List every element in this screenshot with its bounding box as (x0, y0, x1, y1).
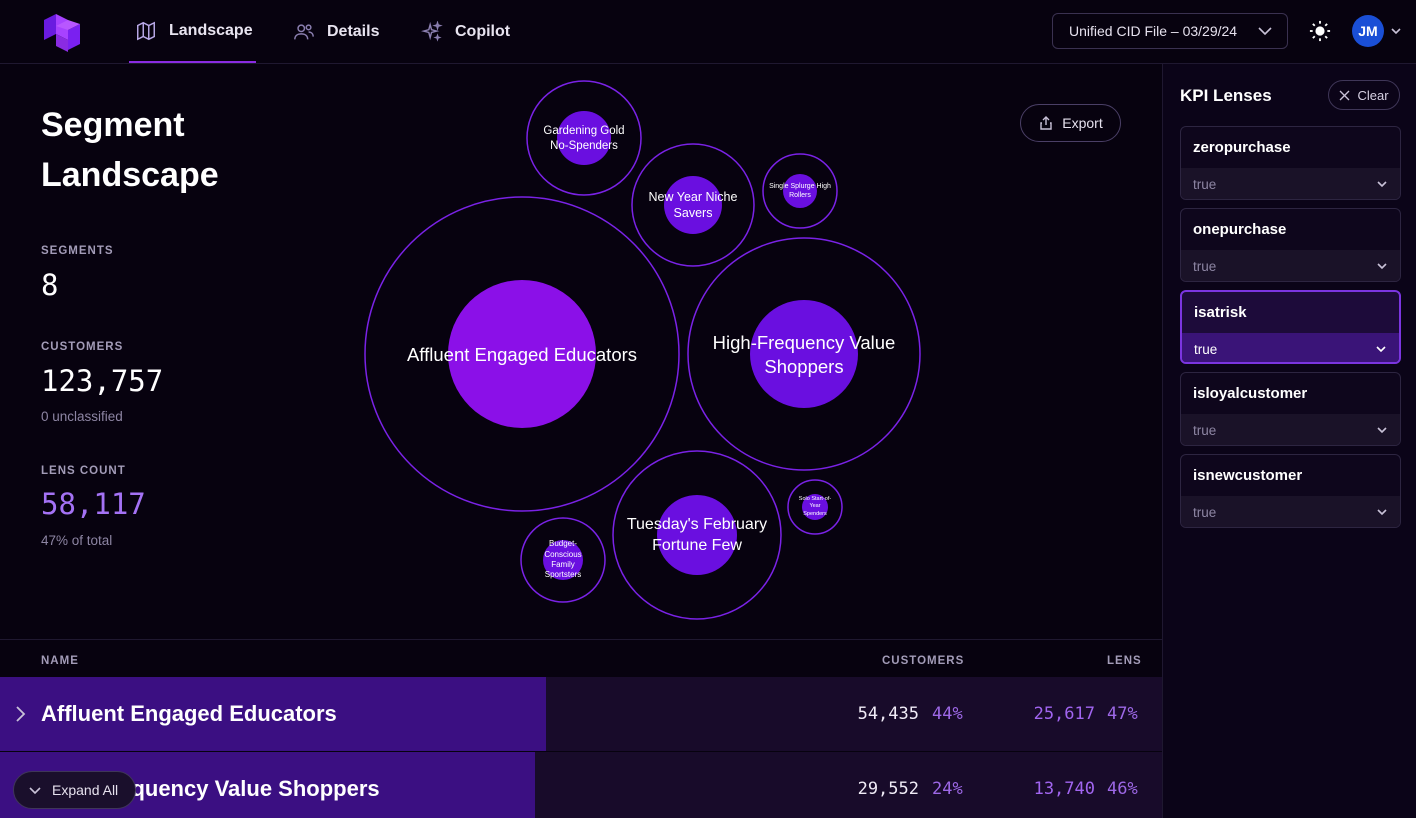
chevron-down-icon (1377, 181, 1387, 188)
export-button[interactable]: Export (1020, 104, 1121, 142)
clear-button[interactable]: Clear (1328, 80, 1400, 110)
close-icon (1339, 90, 1350, 100)
lens-value-select[interactable]: true (1181, 168, 1400, 199)
tab-copilot[interactable]: Copilot (415, 0, 516, 63)
chevron-right-icon[interactable] (12, 704, 30, 724)
users-icon (293, 21, 315, 43)
lens-name: isloyalcustomer (1193, 385, 1308, 402)
app-logo-icon[interactable] (44, 12, 80, 52)
tab-label: Landscape (169, 21, 253, 39)
row-name: Affluent Engaged Educators (41, 701, 337, 726)
bubble-label: Single Splurge High Rollers (769, 182, 831, 199)
column-header-name[interactable]: NAME (41, 655, 79, 667)
lens-value-select[interactable]: true (1181, 414, 1400, 445)
row-customers: 54,435 (857, 704, 919, 724)
column-header-lens[interactable]: LENS (1107, 655, 1142, 667)
tab-details[interactable]: Details (287, 0, 385, 63)
expand-all-label: Expand All (52, 782, 119, 798)
lens-value: true (1194, 341, 1218, 357)
lens-isatrisk[interactable]: isatrisk true (1180, 290, 1401, 364)
bubble-label: Gardening Gold No-Spenders (543, 125, 625, 152)
lens-isnewcustomer[interactable]: isnewcustomer true (1180, 454, 1401, 528)
lens-value: true (1193, 176, 1217, 192)
chevron-down-icon (1258, 27, 1272, 36)
file-select-label: Unified CID File – 03/29/24 (1069, 23, 1238, 39)
theme-toggle-sun-icon[interactable] (1309, 20, 1331, 42)
lens-name: isatrisk (1194, 304, 1247, 321)
chevron-down-icon (1376, 346, 1386, 353)
segment-table-header: NAME CUSTOMERS LENS (0, 639, 1162, 677)
lens-value: true (1193, 504, 1217, 520)
expand-all-button[interactable]: Expand All (13, 771, 136, 809)
lens-value-select[interactable]: true (1181, 496, 1400, 527)
file-select[interactable]: Unified CID File – 03/29/24 (1052, 13, 1288, 49)
lens-isloyalcustomer[interactable]: isloyalcustomer true (1180, 372, 1401, 446)
row-lens-pct: 46% (1107, 779, 1138, 799)
lens-value: true (1193, 422, 1217, 438)
user-avatar[interactable]: JM (1352, 15, 1384, 47)
chevron-down-icon (1377, 263, 1387, 270)
sparkles-icon (421, 20, 443, 43)
top-nav: Landscape Details Copilot Unified CID Fi… (0, 0, 1416, 64)
bubble-label: Affluent Engaged Educators (406, 343, 638, 365)
kpi-panel-title: KPI Lenses (1180, 86, 1272, 105)
row-lens: 13,740 (1033, 779, 1095, 799)
lens-value-select[interactable]: true (1182, 333, 1399, 362)
lens-name: onepurchase (1193, 221, 1287, 238)
kpi-lenses-panel: KPI Lenses Clear zeropurchase true onepu… (1162, 64, 1416, 818)
export-label: Export (1062, 115, 1103, 131)
lens-value-select[interactable]: true (1181, 250, 1400, 281)
row-lens: 25,617 (1033, 704, 1095, 724)
map-icon (135, 20, 157, 42)
clear-label: Clear (1357, 87, 1389, 103)
tab-label: Details (327, 22, 380, 40)
tab-label: Copilot (455, 22, 511, 40)
lens-name: isnewcustomer (1193, 467, 1303, 484)
export-icon (1040, 116, 1052, 130)
bubble-label: High-Frequency Value Shoppers (712, 331, 896, 377)
lens-name: zeropurchase (1193, 139, 1291, 156)
row-lens-pct: 47% (1107, 704, 1138, 724)
row-customers: 29,552 (857, 779, 919, 799)
bubble-label: Tuesday's February Fortune Few (626, 516, 768, 554)
bubble-label: New Year Niche Savers (648, 189, 738, 220)
tab-landscape[interactable]: Landscape (129, 0, 256, 63)
table-row[interactable]: Affluent Engaged Educators 54,435 44% 25… (0, 677, 1162, 751)
avatar-initials: JM (1358, 23, 1378, 39)
row-customers-pct: 24% (932, 779, 963, 799)
lens-zeropurchase[interactable]: zeropurchase true (1180, 126, 1401, 200)
bubble-label: Solo Start-of-Year Spenders (798, 496, 832, 517)
table-row[interactable]: High-Frequency Value Shoppers 29,552 24%… (0, 752, 1162, 818)
column-header-customers[interactable]: CUSTOMERS (882, 655, 964, 667)
row-customers-pct: 44% (932, 704, 963, 724)
lens-onepurchase[interactable]: onepurchase true (1180, 208, 1401, 282)
chevron-down-icon (29, 787, 41, 795)
chevron-down-icon (1377, 427, 1387, 434)
lens-value: true (1193, 258, 1217, 274)
chevron-down-icon (1377, 509, 1387, 516)
chevron-down-icon[interactable] (1390, 25, 1402, 37)
bubble-label: Budget-Conscious Family Sportsters (544, 539, 582, 580)
